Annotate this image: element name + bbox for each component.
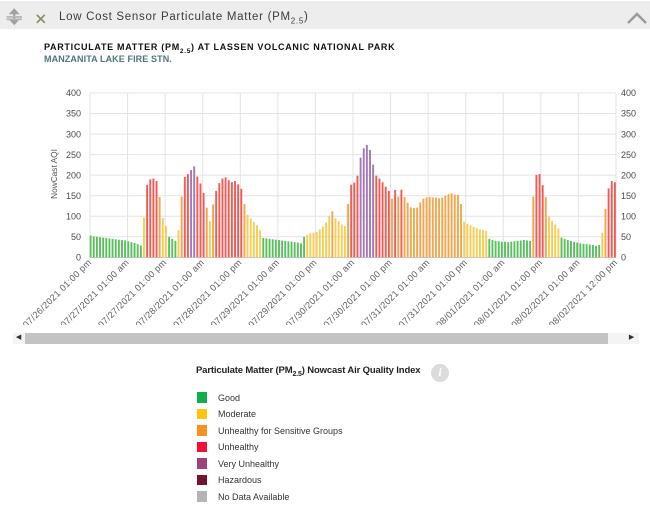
svg-text:NowCast AQI: NowCast AQI [49,149,59,199]
svg-text:07/30/2021 01:00 pm: 07/30/2021 01:00 pm [321,257,394,325]
svg-text:250: 250 [66,150,81,160]
svg-text:100: 100 [66,211,81,221]
svg-text:200: 200 [66,170,81,180]
svg-text:400: 400 [66,88,81,98]
svg-text:0: 0 [76,253,81,263]
svg-text:300: 300 [621,129,636,139]
svg-text:07/29/2021 01:00 am: 07/29/2021 01:00 am [209,257,282,325]
svg-text:07/31/2021 01:00 am: 07/31/2021 01:00 am [359,257,432,325]
svg-text:300: 300 [66,129,81,139]
svg-text:08/01/2021 01:00 pm: 08/01/2021 01:00 pm [472,257,545,325]
svg-text:07/29/2021 01:00 pm: 07/29/2021 01:00 pm [246,257,319,325]
svg-text:08/01/2021 01:00 am: 08/01/2021 01:00 am [434,257,507,325]
svg-text:07/27/2021 01:00 pm: 07/27/2021 01:00 pm [96,257,169,325]
svg-text:07/26/2021 01:00 pm: 07/26/2021 01:00 pm [21,257,94,325]
svg-text:250: 250 [621,150,636,160]
svg-text:0: 0 [621,253,626,263]
svg-text:50: 50 [71,232,81,242]
svg-text:07/28/2021 01:00 am: 07/28/2021 01:00 am [134,257,207,325]
svg-text:100: 100 [621,211,636,221]
svg-text:08/02/2021 01:00 am: 08/02/2021 01:00 am [509,257,582,325]
svg-text:08/02/2021 12:00 pm: 08/02/2021 12:00 pm [547,257,620,325]
svg-text:200: 200 [621,170,636,180]
svg-text:50: 50 [621,232,631,242]
svg-text:07/31/2021 01:00 pm: 07/31/2021 01:00 pm [397,257,470,325]
svg-text:150: 150 [66,191,81,201]
svg-text:07/27/2021 01:00 am: 07/27/2021 01:00 am [58,257,131,325]
svg-text:150: 150 [621,191,636,201]
svg-text:07/28/2021 01:00 pm: 07/28/2021 01:00 pm [171,257,244,325]
svg-text:350: 350 [66,109,81,119]
svg-text:07/30/2021 01:00 am: 07/30/2021 01:00 am [284,257,357,325]
svg-text:400: 400 [621,88,636,98]
svg-text:350: 350 [621,109,636,119]
